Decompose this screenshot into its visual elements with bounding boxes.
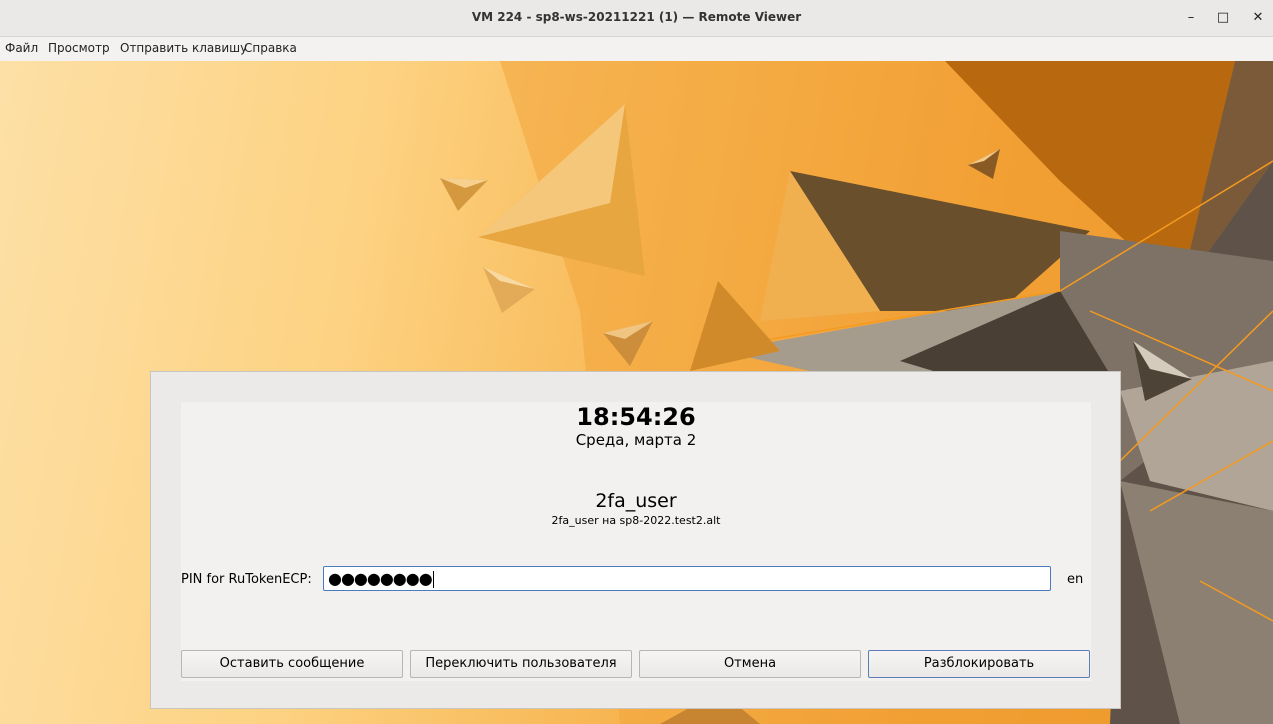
- keyboard-layout-indicator: en: [1067, 572, 1084, 587]
- clock-date: Среда, марта 2: [575, 431, 697, 449]
- menu-view[interactable]: Просмотр: [48, 41, 110, 55]
- maximize-icon[interactable]: □: [1214, 9, 1232, 27]
- window-titlebar[interactable]: VM 224 - sp8-ws-20211221 (1) — Remote Vi…: [0, 0, 1273, 37]
- pin-input[interactable]: ●●●●●●●●: [323, 566, 1051, 591]
- user-host: 2fa_user на sp8-2022.test2.alt: [551, 514, 721, 527]
- user-name: 2fa_user: [595, 490, 677, 512]
- menu-help[interactable]: Справка: [244, 41, 297, 55]
- window-title: VM 224 - sp8-ws-20211221 (1) — Remote Vi…: [471, 10, 802, 24]
- leave-message-button[interactable]: Оставить сообщение: [181, 650, 403, 678]
- cancel-button[interactable]: Отмена: [639, 650, 861, 678]
- minimize-icon[interactable]: –: [1182, 9, 1200, 27]
- menu-bar: Файл Просмотр Отправить клавишу Справка: [0, 37, 1273, 62]
- lock-panel: 18:54:26 Среда, марта 2 2fa_user 2fa_use…: [181, 402, 1091, 681]
- menu-send-key[interactable]: Отправить клавишу: [120, 41, 247, 55]
- pin-value: ●●●●●●●●: [328, 569, 433, 588]
- menu-file[interactable]: Файл: [5, 41, 38, 55]
- lock-dialog: 18:54:26 Среда, марта 2 2fa_user 2fa_use…: [150, 371, 1121, 709]
- switch-user-button[interactable]: Переключить пользователя: [410, 650, 632, 678]
- unlock-button[interactable]: Разблокировать: [868, 650, 1090, 678]
- close-icon[interactable]: ✕: [1249, 9, 1267, 27]
- text-cursor: [432, 571, 434, 588]
- pin-label: PIN for RuTokenECP:: [181, 572, 312, 587]
- clock-time: 18:54:26: [576, 403, 696, 431]
